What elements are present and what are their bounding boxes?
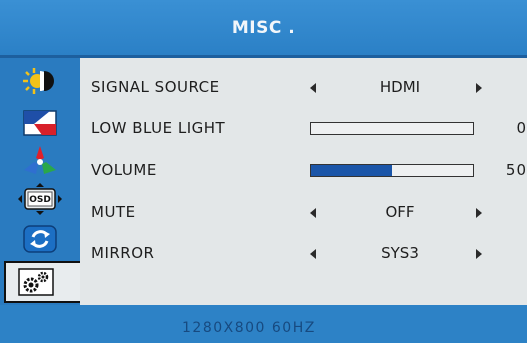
sidebar-item-brightness[interactable] [13,66,67,96]
low-blue-light-slider[interactable] [310,122,474,135]
title-bar: MISC . [0,0,527,58]
menu-row-low-blue-light[interactable]: LOW BLUE LIGHT 0 [80,116,527,142]
sidebar: OSD [0,58,80,305]
mute-label: MUTE [91,203,136,221]
sidebar-item-reset[interactable] [13,224,67,254]
volume-slider[interactable] [310,164,474,177]
mirror-value: SYS3 [381,244,419,262]
signal-source-value: HDMI [379,78,421,96]
resolution-status: 1280X800 60HZ [182,320,316,336]
volume-label: VOLUME [91,161,157,179]
color-icon [24,146,56,174]
volume-slider-fill [311,165,392,176]
sidebar-item-picture[interactable] [13,108,67,138]
low-blue-light-value: 0 [516,119,527,137]
signal-source-prev-arrow-icon[interactable] [310,83,316,93]
signal-source-label: SIGNAL SOURCE [91,78,220,96]
misc-settings-panel: SIGNAL SOURCE HDMI LOW BLUE LIGHT 0 VOLU… [80,58,527,305]
mirror-next-arrow-icon[interactable] [476,249,482,259]
reset-icon [23,225,57,253]
volume-value: 50 [505,161,527,179]
menu-row-signal-source[interactable]: SIGNAL SOURCE HDMI [80,75,527,101]
signal-source-next-arrow-icon[interactable] [476,83,482,93]
sidebar-item-misc[interactable] [4,261,80,303]
mirror-label: MIRROR [91,244,155,262]
menu-row-mirror[interactable]: MIRROR SYS3 [80,241,527,267]
sidebar-item-color[interactable] [13,146,67,176]
picture-icon [23,110,57,136]
osd-icon-label: OSD [29,195,51,205]
menu-row-mute[interactable]: MUTE OFF [80,200,527,226]
mute-prev-arrow-icon[interactable] [310,208,316,218]
mute-value: OFF [385,203,415,221]
mute-next-arrow-icon[interactable] [476,208,482,218]
status-bar: 1280X800 60HZ [0,305,527,343]
mirror-prev-arrow-icon[interactable] [310,249,316,259]
menu-row-volume[interactable]: VOLUME 50 [80,158,527,184]
misc-settings-icon [18,268,54,296]
low-blue-light-label: LOW BLUE LIGHT [91,119,226,137]
menu-title: MISC . [231,18,296,38]
osd-menu: MISC . OSD SIGNAL SOURCE HDMI LOW BLUE L… [0,0,527,343]
brightness-icon [23,68,54,94]
